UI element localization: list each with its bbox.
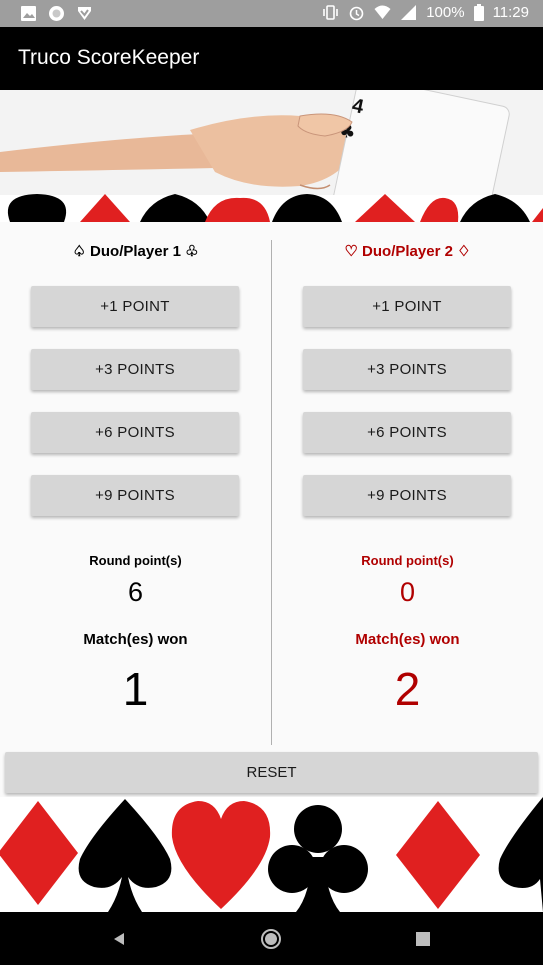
team1-name: ♤ Duo/Player 1 ♧ [72,243,199,260]
diamond-icon [396,801,480,909]
download-icon [78,7,91,20]
clock: 11:29 [492,4,529,21]
team2-add-1-button[interactable]: +1 POINT [303,286,511,327]
wifi-icon [374,5,391,19]
image-icon [21,6,36,21]
circle-icon [49,6,64,21]
reset-button[interactable]: RESET [5,752,538,793]
alarm-icon [349,6,364,21]
banner-illustration: 4 ♣ ♣ ♣ [0,90,543,222]
team1-panel: ♤ Duo/Player 1 ♧ +1 POINT +3 POINTS +6 P… [0,222,271,747]
home-icon[interactable] [260,928,282,950]
team2-matches-label: Match(es) won [355,631,460,648]
system-nav-bar [0,912,543,965]
team2-matches-value: 2 [394,663,421,715]
heart-icon [171,801,271,909]
spade-icon [498,797,543,912]
suits-footer-image [0,797,543,912]
back-icon[interactable] [111,931,127,947]
team1-add-3-button[interactable]: +3 POINTS [31,349,239,390]
battery-percent: 100% [426,4,465,21]
team2-round-value: 0 [399,577,416,607]
team1-add-6-button[interactable]: +6 POINTS [31,412,239,453]
team2-name: ♡ Duo/Player 2 ♢ [344,243,471,260]
team1-round-value: 6 [127,577,144,607]
signal-icon [401,5,417,20]
status-bar: 100% 11:29 [0,0,543,27]
team1-round-label: Round point(s) [89,553,182,568]
team2-add-6-button[interactable]: +6 POINTS [303,412,511,453]
battery-icon [473,4,484,21]
spade-icon [78,799,172,912]
team1-matches-value: 1 [122,663,149,715]
team1-add-9-button[interactable]: +9 POINTS [31,475,239,516]
diamond-icon [0,801,78,905]
team2-add-9-button[interactable]: +9 POINTS [303,475,511,516]
team2-round-label: Round point(s) [361,553,454,568]
team1-add-1-button[interactable]: +1 POINT [31,286,239,327]
recents-icon[interactable] [416,932,430,946]
app-bar: Truco ScoreKeeper [0,27,543,90]
vibrate-icon [323,5,338,20]
header-banner-image: 4 ♣ ♣ ♣ [0,90,543,222]
app-title: Truco ScoreKeeper [18,46,200,69]
team1-matches-label: Match(es) won [83,631,188,648]
team2-panel: ♡ Duo/Player 2 ♢ +1 POINT +3 POINTS +6 P… [272,222,543,747]
team2-add-3-button[interactable]: +3 POINTS [303,349,511,390]
club-icon [268,805,368,912]
